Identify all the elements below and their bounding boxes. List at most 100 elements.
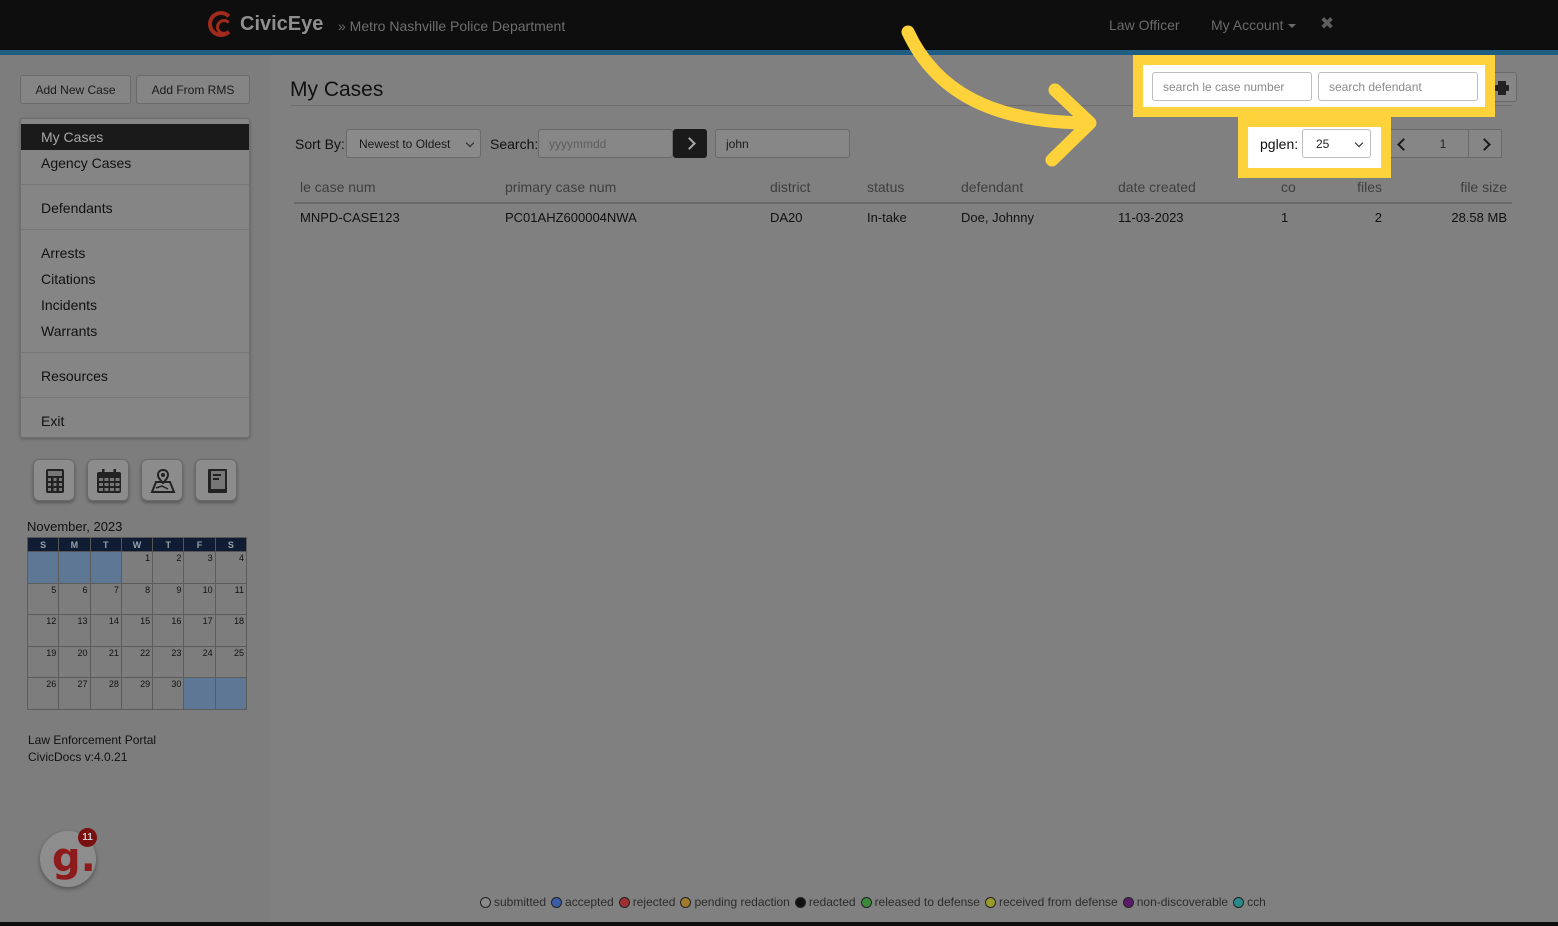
column-header-files[interactable]: files bbox=[1340, 179, 1382, 195]
portal-name: Law Enforcement Portal bbox=[28, 733, 157, 747]
legend-label: received from defense bbox=[998, 895, 1118, 909]
case-number-search-input[interactable] bbox=[1152, 72, 1312, 101]
legend-label: non-discoverable bbox=[1136, 895, 1229, 909]
calendar-day[interactable]: 18 bbox=[214, 614, 248, 647]
status-dot-icon bbox=[480, 896, 491, 908]
calendar-week: 12 13 14 15 16 17 18 bbox=[26, 614, 248, 647]
annotation-arrow-icon bbox=[901, 25, 1097, 167]
next-page-button[interactable] bbox=[1468, 129, 1502, 158]
cell-le-case-num[interactable]: MNPD-CASE123 bbox=[300, 210, 400, 225]
status-dot-icon bbox=[1122, 896, 1134, 908]
version-label: CivicDocs v:4.0.21 bbox=[28, 750, 128, 764]
sidebar-item-agency-cases[interactable]: Agency Cases bbox=[41, 155, 131, 171]
calendar-week: 19 20 21 22 23 24 25 bbox=[26, 645, 248, 678]
calendar-icon bbox=[97, 469, 121, 493]
sidebar-item-citations[interactable]: Citations bbox=[41, 271, 95, 287]
column-header-le-case-num[interactable]: le case num bbox=[300, 179, 375, 195]
calendar-day[interactable]: 27 bbox=[58, 677, 91, 710]
calendar-day[interactable]: 21 bbox=[89, 645, 122, 678]
sidebar-item-warrants[interactable]: Warrants bbox=[41, 323, 97, 339]
calendar-day[interactable]: 16 bbox=[152, 614, 185, 647]
status-dot-icon bbox=[860, 896, 872, 908]
page-number[interactable]: 1 bbox=[1417, 129, 1469, 158]
calendar-day[interactable]: 30 bbox=[152, 677, 185, 710]
calendar-day[interactable]: 19 bbox=[26, 645, 60, 678]
chevron-down-icon bbox=[1354, 138, 1364, 148]
calendar-day[interactable]: 14 bbox=[89, 614, 122, 647]
notebook-button[interactable] bbox=[195, 459, 237, 501]
sidebar-item-resources[interactable]: Resources bbox=[41, 368, 108, 384]
sidebar-menu: My Cases Agency Cases Defendants Arrests… bbox=[20, 118, 250, 438]
menu-divider bbox=[21, 184, 249, 185]
calendar-week: 26 27 28 29 30 bbox=[26, 677, 248, 710]
legend-label: accepted bbox=[565, 895, 614, 909]
calendar-day[interactable]: 6 bbox=[58, 582, 91, 615]
column-header-defendant[interactable]: defendant bbox=[961, 179, 1023, 195]
cell-files: 2 bbox=[1374, 210, 1382, 225]
keyword-search-input[interactable] bbox=[715, 129, 850, 158]
mini-calendar: S M T W T F S 1 2 3 4 5 6 7 8 9 10 11 12 13 14 15 16 17 1… bbox=[26, 537, 248, 710]
calendar-day[interactable]: 22 bbox=[120, 645, 154, 678]
calendar-day[interactable]: 24 bbox=[183, 645, 216, 678]
calendar-day[interactable]: 5 bbox=[26, 582, 60, 615]
column-header-date-created[interactable]: date created bbox=[1118, 179, 1196, 195]
nav-my-account[interactable]: My Account bbox=[1211, 17, 1297, 33]
nav-law-officer[interactable]: Law Officer bbox=[1109, 17, 1180, 33]
calendar-day[interactable]: 11 bbox=[214, 582, 248, 615]
legend-label: redacted bbox=[808, 895, 856, 909]
add-new-case-button[interactable]: Add New Case bbox=[20, 75, 131, 104]
cell-defendant: Doe, Johnny bbox=[961, 210, 1034, 225]
column-header-status[interactable]: status bbox=[867, 179, 904, 195]
legend-item: submitted bbox=[480, 895, 546, 909]
calendar-day[interactable]: 8 bbox=[120, 582, 154, 615]
date-search-go-button[interactable] bbox=[673, 129, 707, 158]
bottom-bar bbox=[0, 922, 1558, 926]
calendar-day[interactable]: 3 bbox=[183, 551, 216, 584]
page-length-label: pglen: bbox=[1260, 136, 1299, 152]
calendar-day[interactable]: 28 bbox=[89, 677, 122, 710]
sort-by-select[interactable]: Newest to Oldest bbox=[346, 129, 481, 158]
map-button[interactable] bbox=[141, 459, 183, 501]
sidebar-item-incidents[interactable]: Incidents bbox=[41, 297, 97, 313]
close-icon[interactable]: ✖ bbox=[1320, 14, 1334, 34]
sidebar-item-my-cases[interactable]: My Cases bbox=[21, 124, 249, 150]
calendar-day[interactable]: 29 bbox=[120, 677, 154, 710]
column-header-file-size[interactable]: file size bbox=[1420, 179, 1507, 195]
calendar-day[interactable]: 9 bbox=[152, 582, 185, 615]
legend-item: pending redaction bbox=[680, 895, 790, 909]
header-divider bbox=[294, 202, 1512, 204]
calendar-day[interactable]: 13 bbox=[58, 614, 91, 647]
calendar-day[interactable]: 20 bbox=[58, 645, 91, 678]
sidebar-item-exit[interactable]: Exit bbox=[41, 413, 64, 429]
column-header-district[interactable]: district bbox=[770, 179, 810, 195]
defendant-search-input[interactable] bbox=[1318, 72, 1478, 101]
page-length-select[interactable]: 25 bbox=[1302, 129, 1371, 158]
column-header-co[interactable]: co bbox=[1281, 179, 1296, 195]
calendar-day[interactable]: 12 bbox=[26, 614, 60, 647]
calendar-day[interactable]: 2 bbox=[152, 551, 185, 584]
brand[interactable]: CivicEye bbox=[208, 11, 323, 37]
calendar-day[interactable]: 15 bbox=[120, 614, 154, 647]
calendar-day[interactable]: 17 bbox=[183, 614, 216, 647]
cell-primary-case-num: PC01AHZ600004NWA bbox=[505, 210, 637, 225]
calendar-day[interactable]: 4 bbox=[214, 551, 248, 584]
calendar-day[interactable]: 25 bbox=[214, 645, 248, 678]
sidebar-item-defendants[interactable]: Defendants bbox=[41, 200, 113, 216]
calendar-day[interactable]: 26 bbox=[26, 677, 60, 710]
calendar-button[interactable] bbox=[87, 459, 129, 501]
add-from-rms-button[interactable]: Add From RMS bbox=[136, 75, 250, 104]
calendar-day[interactable]: 7 bbox=[89, 582, 122, 615]
assistant-launcher[interactable]: g. 11 bbox=[40, 828, 97, 887]
column-header-primary-case-num[interactable]: primary case num bbox=[505, 179, 616, 195]
calendar-day[interactable]: 10 bbox=[183, 582, 216, 615]
status-dot-icon bbox=[551, 896, 563, 908]
calendar-day[interactable]: 23 bbox=[152, 645, 185, 678]
cell-co: 1 bbox=[1281, 210, 1289, 225]
sidebar-item-arrests[interactable]: Arrests bbox=[41, 245, 85, 261]
cell-date-created: 11-03-2023 bbox=[1118, 210, 1184, 225]
menu-divider bbox=[21, 352, 249, 353]
calculator-button[interactable] bbox=[33, 459, 75, 501]
calendar-day[interactable]: 1 bbox=[120, 551, 154, 584]
date-search-input[interactable] bbox=[538, 129, 673, 158]
printer-icon bbox=[1495, 81, 1509, 95]
